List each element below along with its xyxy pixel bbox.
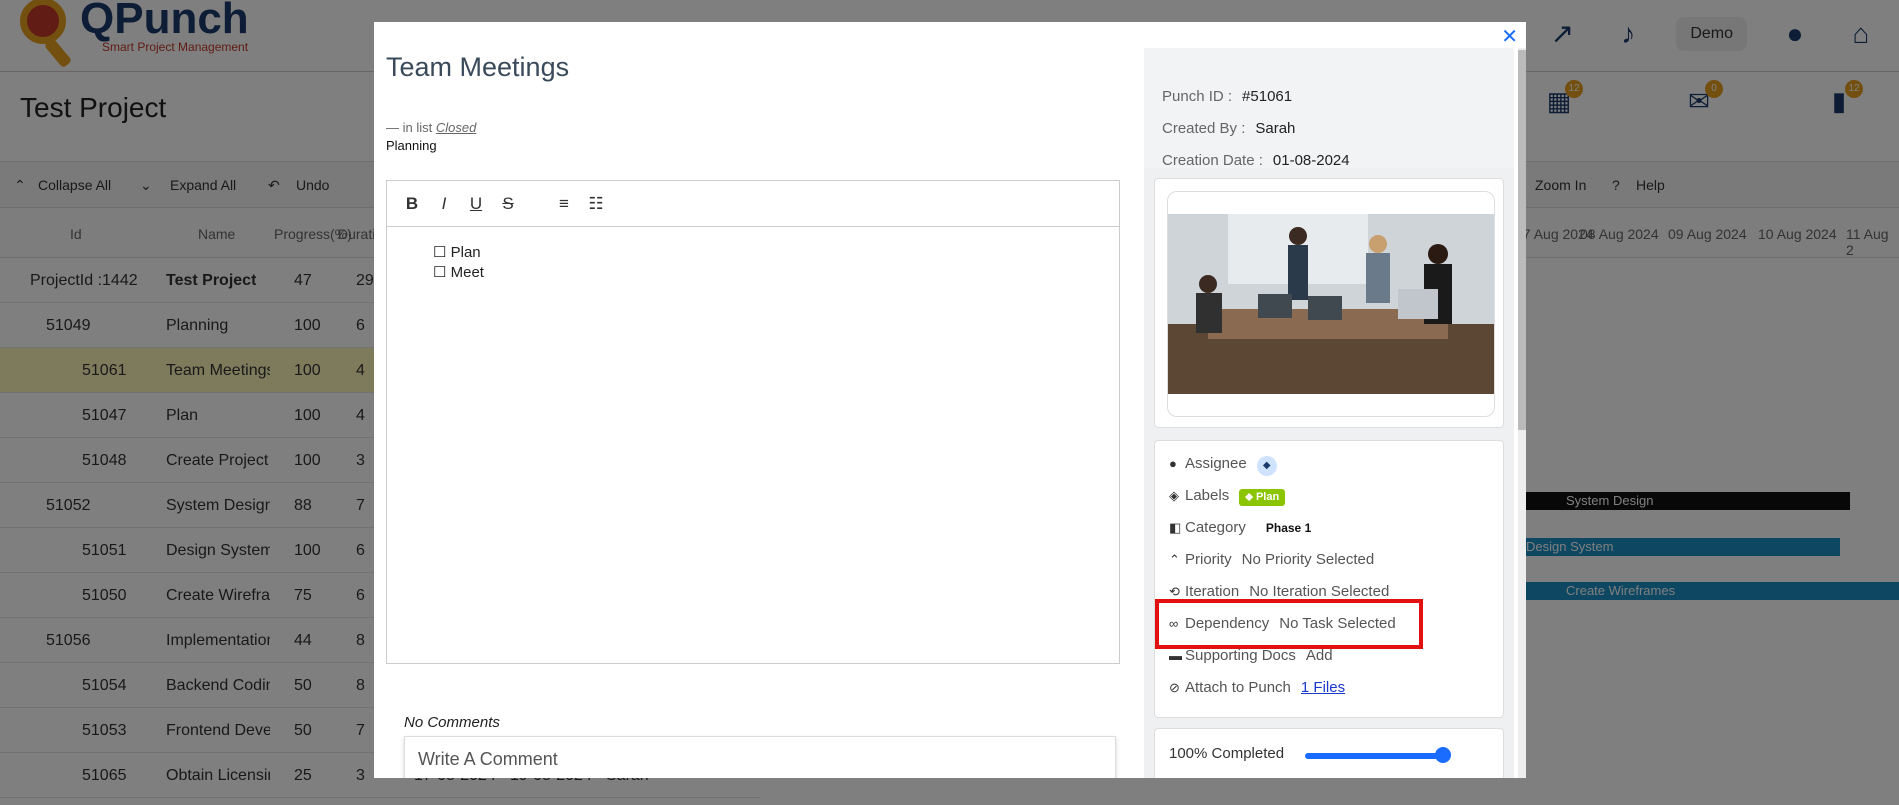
slider-thumb[interactable] <box>1435 747 1451 763</box>
modal-left-pane: Team Meetings — in list Closed Planning … <box>386 48 1144 778</box>
punch-id-value: #51061 <box>1242 88 1293 105</box>
docs-add-button[interactable]: Add <box>1306 647 1333 664</box>
editor-toolbar: B I U S ≡ ☷ <box>387 181 1119 227</box>
no-comments-text: No Comments <box>404 714 500 731</box>
iteration-label: Iteration <box>1185 583 1240 600</box>
punch-meta: Punch ID : #51061 Created By : Sarah Creat… <box>1144 48 1514 169</box>
assignee-label: Assignee <box>1185 455 1247 472</box>
labels-label: Labels <box>1185 487 1230 504</box>
editor-content[interactable]: ☐ Plan ☐ Meet <box>387 227 1119 283</box>
dependency-label: Dependency <box>1185 615 1270 632</box>
tags-icon: ◈ <box>1169 488 1179 503</box>
scrollbar-thumb[interactable] <box>1518 50 1526 430</box>
modal-right-pane: Punch ID : #51061 Created By : Sarah Creat… <box>1144 48 1514 778</box>
paperclip-icon: ⊘ <box>1169 680 1180 695</box>
cube-icon: ◧ <box>1169 520 1182 535</box>
completed-label: 100% Completed <box>1169 745 1285 762</box>
bullet-list-icon[interactable]: ☷ <box>587 194 605 214</box>
punch-id-row: Punch ID : #51061 <box>1162 88 1292 105</box>
dependency-row: ∞ Dependency No Task Selected <box>1169 615 1396 632</box>
category-row: ◧ Category Phase 1 <box>1169 519 1311 536</box>
assignee-row: ● Assignee ◆ <box>1169 455 1277 476</box>
parent-task: Planning <box>386 138 437 153</box>
docs-label: Supporting Docs <box>1185 647 1296 664</box>
description-editor[interactable]: B I U S ≡ ☷ ☐ Plan ☐ Meet <box>386 180 1120 664</box>
dependency-value[interactable]: No Task Selected <box>1279 615 1395 632</box>
priority-value[interactable]: No Priority Selected <box>1242 551 1375 568</box>
label-chip[interactable]: ⬥ Plan <box>1239 489 1286 506</box>
labels-row: ◈ Labels ⬥ Plan <box>1169 487 1286 506</box>
in-list-prefix: — in list <box>386 120 433 135</box>
attach-row: ⊘ Attach to Punch 1 Files <box>1169 679 1345 696</box>
created-by-value: Sarah <box>1255 120 1296 137</box>
category-label: Category <box>1185 519 1246 536</box>
meeting-photo <box>1168 214 1494 394</box>
meeting-illustration <box>1168 214 1494 394</box>
modal-scrollbar[interactable] <box>1518 48 1526 778</box>
created-by-row: Created By : Sarah <box>1162 120 1295 137</box>
underline-icon[interactable]: U <box>467 194 485 214</box>
attachment-image[interactable] <box>1167 191 1495 417</box>
in-list-info: — in list Closed <box>386 120 476 135</box>
progress-slider[interactable] <box>1305 753 1441 759</box>
supporting-docs-row: ▬ Supporting Docs Add <box>1169 647 1333 664</box>
user-icon: ● <box>1169 456 1177 471</box>
checklist-item[interactable]: ☐ Meet <box>433 263 1119 283</box>
strikethrough-icon[interactable]: S <box>499 194 517 214</box>
checklist-item[interactable]: ☐ Plan <box>433 243 1119 263</box>
comment-input[interactable]: Write A Comment <box>404 736 1116 778</box>
creation-date-row: Creation Date : 01-08-2024 <box>1162 152 1350 169</box>
creation-date-label: Creation Date : <box>1162 152 1263 169</box>
file-icon: ▬ <box>1169 648 1182 663</box>
punch-title[interactable]: Team Meetings <box>386 52 569 83</box>
list-link[interactable]: Closed <box>436 120 476 135</box>
completion-card: 100% Completed <box>1154 728 1504 778</box>
assignee-avatar[interactable]: ◆ <box>1256 456 1277 476</box>
punch-id-label: Punch ID : <box>1162 88 1233 105</box>
priority-icon: ⌃ <box>1169 552 1180 567</box>
creation-date-value: 01-08-2024 <box>1272 152 1350 169</box>
italic-icon[interactable]: I <box>435 194 453 214</box>
created-by-label: Created By : <box>1162 120 1246 137</box>
link-icon: ∞ <box>1169 616 1179 631</box>
category-value[interactable]: Phase 1 <box>1266 521 1311 535</box>
ordered-list-icon[interactable]: ≡ <box>555 194 573 214</box>
image-card <box>1154 178 1504 428</box>
iteration-row: ⟲ Iteration No Iteration Selected <box>1169 583 1389 600</box>
label-chip-text: Plan <box>1255 491 1280 503</box>
punch-modal: ✕ Team Meetings — in list Closed Plannin… <box>374 22 1526 778</box>
bold-icon[interactable]: B <box>403 194 421 214</box>
priority-label: Priority <box>1185 551 1232 568</box>
priority-row: ⌃ Priority No Priority Selected <box>1169 551 1374 568</box>
iteration-value[interactable]: No Iteration Selected <box>1249 583 1389 600</box>
attach-files-link[interactable]: 1 Files <box>1301 679 1345 696</box>
close-icon[interactable]: ✕ <box>1501 24 1518 49</box>
properties-card: ● Assignee ◆ ◈ Labels ⬥ Plan ◧ Category Phase … <box>1154 440 1504 718</box>
repeat-icon: ⟲ <box>1169 584 1180 599</box>
attach-label: Attach to Punch <box>1185 679 1291 696</box>
